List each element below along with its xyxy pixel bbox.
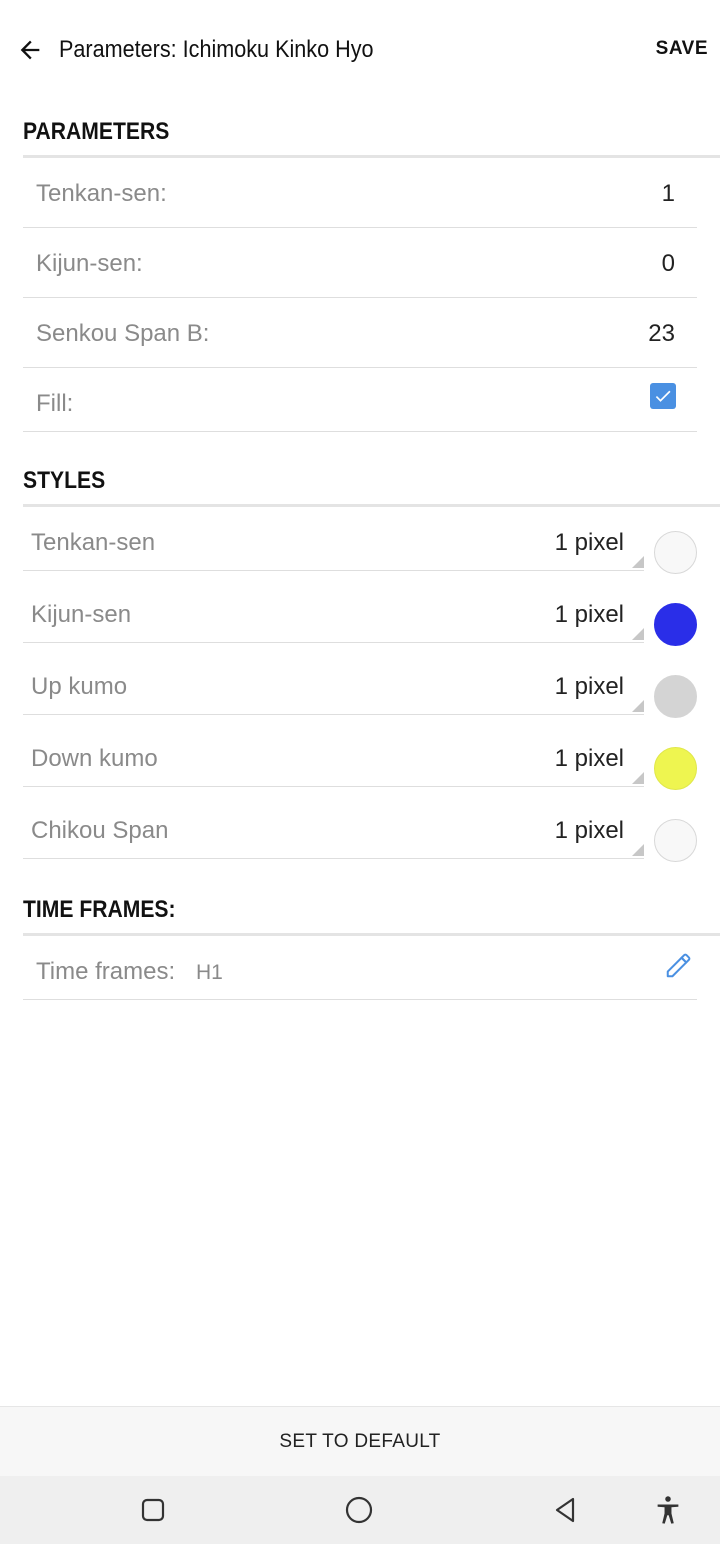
- recents-square-icon: [141, 1498, 165, 1522]
- line-width-value: 1 pixel: [554, 601, 624, 628]
- line-width-dropdown[interactable]: Kijun-sen 1 pixel: [23, 595, 644, 643]
- style-row-tenkan-sen: Tenkan-sen 1 pixel: [23, 523, 720, 595]
- param-value-input[interactable]: 1: [662, 180, 675, 208]
- timeframes-value: H1: [196, 961, 223, 984]
- recents-button[interactable]: [135, 1492, 171, 1528]
- line-width-dropdown[interactable]: Down kumo 1 pixel: [23, 739, 644, 787]
- line-width-value: 1 pixel: [554, 529, 624, 556]
- param-label: Tenkan-sen:: [36, 180, 167, 207]
- color-swatch[interactable]: [654, 675, 697, 718]
- timeframes-row[interactable]: Time frames: H1: [23, 936, 697, 1000]
- dropdown-corner-icon: [632, 556, 644, 568]
- arrow-left-icon: [20, 40, 40, 60]
- style-row-down-kumo: Down kumo 1 pixel: [23, 739, 720, 811]
- home-circle-icon: [345, 1496, 373, 1524]
- back-triangle-icon: [555, 1497, 575, 1523]
- style-label: Kijun-sen: [31, 601, 132, 628]
- color-swatch[interactable]: [654, 747, 697, 790]
- fill-checkbox[interactable]: [650, 383, 676, 409]
- section-divider: [23, 504, 720, 507]
- color-swatch[interactable]: [654, 819, 697, 862]
- param-row-tenkan-sen[interactable]: Tenkan-sen: 1: [23, 158, 697, 228]
- dropdown-corner-icon: [632, 844, 644, 856]
- param-label: Fill:: [36, 390, 74, 417]
- line-width-value: 1 pixel: [554, 745, 624, 772]
- param-row-kijun-sen[interactable]: Kijun-sen: 0: [23, 228, 697, 298]
- param-label: Senkou Span B:: [36, 320, 210, 347]
- timeframes-section-header: TIME FRAMES:: [23, 896, 720, 924]
- line-width-dropdown[interactable]: Tenkan-sen 1 pixel: [23, 523, 644, 571]
- style-row-up-kumo: Up kumo 1 pixel: [23, 667, 720, 739]
- styles-header-label: STYLES: [23, 467, 106, 494]
- pencil-icon: [666, 953, 691, 978]
- param-label: Kijun-sen:: [36, 250, 143, 277]
- home-button[interactable]: [341, 1492, 377, 1528]
- style-label: Down kumo: [31, 745, 158, 772]
- style-label: Tenkan-sen: [31, 529, 156, 556]
- param-row-fill[interactable]: Fill:: [23, 368, 697, 432]
- check-icon: [655, 390, 671, 402]
- parameters-header-label: PARAMETERS: [23, 118, 170, 145]
- dropdown-corner-icon: [632, 772, 644, 784]
- system-back-button[interactable]: [547, 1492, 583, 1528]
- accessibility-icon: [657, 1496, 679, 1524]
- styles-section-header: STYLES: [23, 467, 720, 495]
- color-swatch[interactable]: [654, 603, 697, 646]
- dropdown-corner-icon: [632, 628, 644, 640]
- timeframes-header-label: TIME FRAMES:: [23, 896, 176, 923]
- style-row-kijun-sen: Kijun-sen 1 pixel: [23, 595, 720, 667]
- dropdown-corner-icon: [632, 700, 644, 712]
- accessibility-button[interactable]: [650, 1492, 686, 1528]
- color-swatch[interactable]: [654, 531, 697, 574]
- param-value-input[interactable]: 23: [648, 320, 675, 348]
- style-row-chikou-span: Chikou Span 1 pixel: [23, 811, 720, 883]
- timeframes-label: Time frames:: [36, 958, 176, 985]
- system-nav-bar: [0, 1476, 720, 1544]
- back-button[interactable]: [14, 34, 46, 66]
- parameters-section-header: PARAMETERS: [23, 118, 720, 146]
- edit-timeframes-button[interactable]: [664, 950, 694, 980]
- line-width-value: 1 pixel: [554, 817, 624, 844]
- app-bar: Parameters: Ichimoku Kinko Hyo SAVE: [0, 0, 720, 100]
- style-label: Up kumo: [31, 673, 128, 700]
- line-width-dropdown[interactable]: Chikou Span 1 pixel: [23, 811, 644, 859]
- save-button[interactable]: SAVE: [656, 38, 708, 60]
- param-value-input[interactable]: 0: [662, 250, 675, 278]
- param-row-senkou-span-b[interactable]: Senkou Span B: 23: [23, 298, 697, 368]
- line-width-value: 1 pixel: [554, 673, 624, 700]
- set-to-default-label: SET TO DEFAULT: [279, 1430, 441, 1452]
- style-label: Chikou Span: [31, 817, 169, 844]
- set-to-default-button[interactable]: SET TO DEFAULT: [0, 1406, 720, 1476]
- line-width-dropdown[interactable]: Up kumo 1 pixel: [23, 667, 644, 715]
- page-title: Parameters: Ichimoku Kinko Hyo: [59, 36, 374, 63]
